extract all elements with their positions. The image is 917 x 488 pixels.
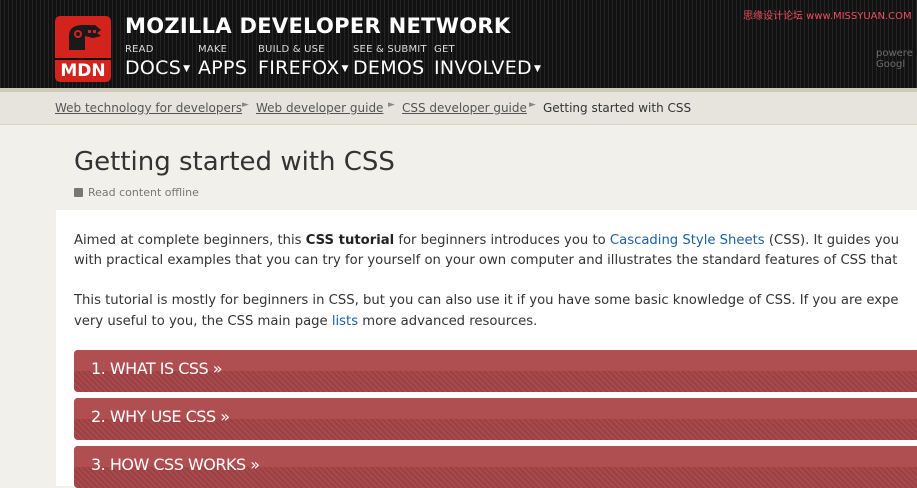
breadcrumb-link-web-developer-guide[interactable]: Web developer guide <box>256 101 383 115</box>
nav-docs[interactable]: READ DOCS ▼ <box>125 44 190 81</box>
dinosaur-icon <box>69 25 101 50</box>
intro-paragraph-line-1: Aimed at complete beginners, this CSS tu… <box>74 233 899 248</box>
book-icon <box>74 188 83 197</box>
read-offline-link[interactable]: Read content offline <box>74 186 199 199</box>
nav-demos-small: SEE & SUBMIT <box>353 44 427 55</box>
section-why-use-css[interactable]: 2. WHY USE CSS » <box>74 398 917 440</box>
mdn-logo[interactable]: MDN <box>55 16 111 82</box>
nav-docs-label: DOCS ▼ <box>125 57 191 79</box>
section-label: 1. WHAT IS CSS » <box>91 359 223 378</box>
section-how-css-works[interactable]: 3. HOW CSS WORKS » <box>74 446 917 488</box>
breadcrumb-separator-icon: ► <box>388 100 395 110</box>
site-title[interactable]: MOZILLA DEVELOPER NETWORK <box>125 14 510 38</box>
nav-firefox[interactable]: BUILD & USE FIREFOX ▼ <box>258 44 349 81</box>
powered-by-google: powere Googl <box>876 48 913 70</box>
caret-down-icon: ▼ <box>341 63 349 74</box>
watermark: 思缘设计论坛 www.MISSYUAN.COM <box>743 11 912 22</box>
nav-firefox-small: BUILD & USE <box>258 44 325 55</box>
cascading-style-sheets-link[interactable]: Cascading Style Sheets <box>610 233 765 248</box>
second-paragraph-line-2: very useful to you, the CSS main page li… <box>74 314 538 329</box>
caret-down-icon: ▼ <box>533 63 542 74</box>
breadcrumb-current: Getting started with CSS <box>543 101 692 115</box>
nav-involved[interactable]: GET INVOLVED ▼ <box>434 44 541 81</box>
page-title: Getting started with CSS <box>74 147 395 177</box>
nav-docs-small: READ <box>125 44 154 55</box>
logo-dino-area <box>55 16 111 58</box>
nav-involved-label: INVOLVED ▼ <box>434 57 542 79</box>
read-offline-label: Read content offline <box>88 186 199 199</box>
nav-demos[interactable]: SEE & SUBMIT DEMOS <box>353 44 427 80</box>
lists-link[interactable]: lists <box>332 314 358 329</box>
breadcrumb-link-css-developer-guide[interactable]: CSS developer guide <box>402 101 527 115</box>
nav-apps-small: MAKE <box>198 44 228 55</box>
nav-involved-small: GET <box>434 44 455 55</box>
css-tutorial-bold: CSS tutorial <box>305 233 395 248</box>
nav-firefox-label: FIREFOX ▼ <box>258 57 349 79</box>
section-label: 3. HOW CSS WORKS » <box>91 455 260 474</box>
section-label: 2. WHY USE CSS » <box>91 407 230 426</box>
nav-apps-label: APPS <box>198 57 248 79</box>
logo-mdn-text: MDN <box>55 58 111 82</box>
second-paragraph-line-1: This tutorial is mostly for beginners in… <box>74 293 899 308</box>
breadcrumb-link-web-technology[interactable]: Web technology for developers <box>55 101 242 115</box>
nav-apps[interactable]: MAKE APPS <box>198 44 247 80</box>
breadcrumb-separator-icon: ► <box>529 100 536 110</box>
nav-demos-label: DEMOS <box>353 57 425 79</box>
caret-down-icon: ▼ <box>183 63 191 74</box>
section-what-is-css[interactable]: 1. WHAT IS CSS » <box>74 350 917 392</box>
breadcrumb-separator-icon: ► <box>242 100 249 110</box>
intro-paragraph-line-2: with practical examples that you can try… <box>74 253 898 268</box>
